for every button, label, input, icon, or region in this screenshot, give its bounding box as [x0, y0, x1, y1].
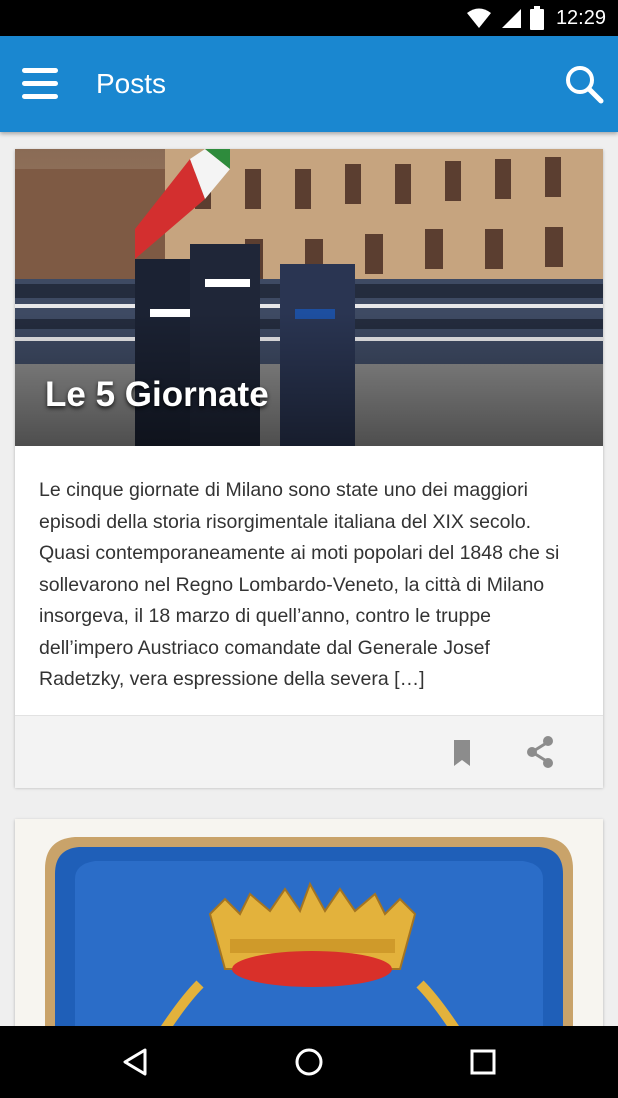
app-bar: Posts: [0, 36, 618, 132]
post-card[interactable]: Le 5 Giornate Le cinque giornate di Mila…: [15, 149, 603, 788]
bookmark-icon[interactable]: [447, 736, 477, 770]
post-image[interactable]: [15, 819, 603, 1026]
status-bar: 12:29: [0, 0, 618, 36]
post-card[interactable]: [15, 819, 603, 1026]
share-icon[interactable]: [523, 734, 557, 770]
posts-feed[interactable]: Le 5 Giornate Le cinque giornate di Mila…: [0, 132, 618, 1026]
post-excerpt: Le cinque giornate di Milano sono state …: [39, 479, 560, 690]
battery-icon: [529, 6, 544, 30]
search-icon[interactable]: [562, 62, 606, 106]
post-title[interactable]: Le 5 Giornate: [45, 375, 269, 415]
wifi-icon: [466, 8, 491, 28]
navigation-bar: [0, 1026, 618, 1098]
status-time: 12:29: [555, 6, 606, 29]
recents-icon[interactable]: [463, 1042, 503, 1082]
post-image[interactable]: Le 5 Giornate: [15, 149, 603, 446]
back-icon[interactable]: [115, 1042, 155, 1082]
hamburger-menu-icon[interactable]: [22, 68, 60, 100]
signal-icon: [501, 9, 521, 28]
page-title: Posts: [96, 68, 167, 99]
post-actions: [15, 715, 603, 788]
crest-image: [15, 819, 603, 1026]
home-icon[interactable]: [289, 1042, 329, 1082]
